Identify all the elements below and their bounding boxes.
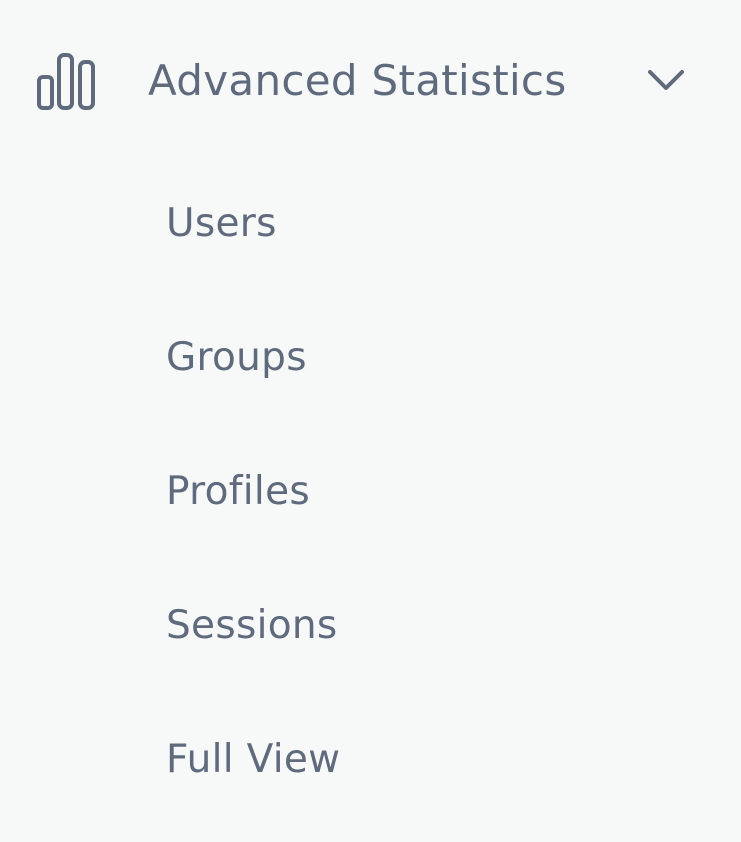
advanced-statistics-submenu: Users Groups Profiles Sessions Full View <box>0 164 741 842</box>
submenu-item-label: Full View <box>166 737 341 782</box>
bar-chart-icon <box>36 51 98 113</box>
submenu-item-label: Sessions <box>166 603 338 648</box>
chevron-down-icon[interactable] <box>645 66 687 98</box>
submenu-item-groups[interactable]: Groups <box>0 298 741 432</box>
advanced-statistics-toggle[interactable]: Advanced Statistics <box>0 0 741 164</box>
submenu-item-label: Groups <box>166 335 307 380</box>
submenu-item-profiles[interactable]: Profiles <box>0 432 741 566</box>
submenu-item-full-view[interactable]: Full View <box>0 700 741 834</box>
submenu-item-label: Profiles <box>166 469 310 514</box>
submenu-item-sessions[interactable]: Sessions <box>0 566 741 700</box>
submenu-item-label: Users <box>166 201 277 246</box>
advanced-statistics-menu: Advanced Statistics Users Groups Profile… <box>0 0 741 842</box>
submenu-item-users[interactable]: Users <box>0 164 741 298</box>
section-title: Advanced Statistics <box>148 56 567 105</box>
